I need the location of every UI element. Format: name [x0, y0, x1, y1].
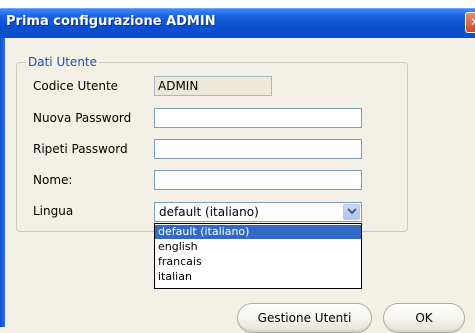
lingua-selected-value: default (italiano) — [159, 205, 259, 219]
lingua-label: Lingua — [33, 204, 74, 218]
lingua-select[interactable]: default (italiano) — [154, 202, 362, 222]
close-button[interactable]: ✕ — [465, 12, 475, 33]
gestione-utenti-button[interactable]: Gestione Utenti — [237, 303, 372, 333]
title-bar[interactable]: Prima configurazione ADMIN ✕ — [0, 8, 475, 38]
lingua-option[interactable]: francais — [155, 255, 361, 269]
codice-utente-label: Codice Utente — [33, 79, 119, 93]
ripeti-password-label: Ripeti Password — [33, 142, 128, 156]
groupbox-label: Dati Utente — [26, 55, 100, 69]
lingua-option[interactable]: english — [155, 240, 361, 254]
lingua-option[interactable]: italian — [155, 270, 361, 284]
dropdown-arrow-button[interactable] — [343, 204, 360, 220]
codice-utente-field: ADMIN — [154, 76, 272, 96]
chevron-down-icon — [347, 208, 357, 215]
background-window-strip — [0, 0, 475, 8]
ripeti-password-field[interactable] — [154, 139, 362, 159]
ok-button[interactable]: OK — [383, 303, 465, 333]
lingua-dropdown-list[interactable]: default (italiano) english francais ital… — [154, 223, 362, 289]
nome-label: Nome: — [33, 173, 73, 187]
nuova-password-field[interactable] — [154, 108, 362, 128]
nome-field[interactable] — [154, 170, 362, 190]
window-title: Prima configurazione ADMIN — [6, 14, 216, 29]
close-icon: ✕ — [470, 15, 475, 29]
nuova-password-label: Nuova Password — [33, 111, 132, 125]
lingua-option[interactable]: default (italiano) — [155, 225, 361, 239]
